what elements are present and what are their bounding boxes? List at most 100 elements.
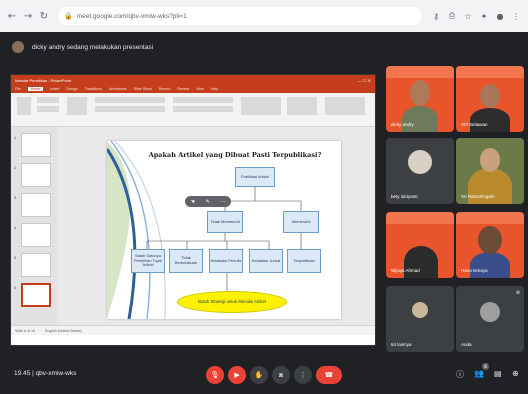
participant-body (470, 108, 510, 132)
ppt-align-icons (173, 106, 233, 112)
url-text: meet.google.com/qbv-xmiw-wks?pli=1 (76, 12, 187, 20)
participant-name: Sri Ratnaningsih (461, 194, 495, 199)
ppt-window-controls: — ☐ ✕ (357, 77, 371, 83)
participant-tile[interactable]: dicky andry (386, 66, 454, 132)
chat-icon[interactable]: ▤ (494, 369, 502, 378)
presenting-text: dicky andry sedang melakukan presentasi (32, 43, 154, 51)
forward-icon[interactable]: → (22, 11, 34, 22)
browser-toolbar: ← → ↻ 🔒 meet.google.com/qbv-xmiw-wks?pli… (0, 0, 528, 32)
present-button[interactable]: ⧈ (272, 366, 290, 384)
slide-thumbnail-selected (21, 283, 51, 307)
ppt-new-slide-icon (67, 97, 87, 115)
slide-thumbnail (21, 133, 51, 157)
ppt-tab-home: Home (27, 87, 44, 91)
tile-background-band (386, 66, 454, 78)
participant-name: Anda (461, 342, 472, 347)
menu-icon[interactable]: ⋮ (510, 12, 522, 21)
box-tidak-berkelakuan: Tidak Berkelakuan (169, 249, 203, 273)
tile-background-band (456, 212, 524, 224)
info-icon[interactable]: ⓘ (456, 369, 464, 380)
address-bar[interactable]: 🔒 meet.google.com/qbv-xmiw-wks?pli=1 (58, 7, 422, 25)
oval-strategi: Butuh Strategi untuk Menulis Artikel (177, 291, 287, 313)
people-icon[interactable]: 👥 8 (474, 363, 489, 378)
meeting-info: 19.45 | qbv-xmiw-wks (14, 370, 77, 377)
box-publikasi-artikel: Publikasi Artikel (235, 167, 275, 187)
more-icon: ⋯ (220, 198, 226, 205)
thumb-number: 5 (14, 255, 17, 260)
participant-tile[interactable]: Arif Setiawan (456, 66, 524, 132)
ppt-window-title: Metode Penelitian - PowerPoint (15, 77, 72, 83)
participant-name: Arif Setiawan (461, 122, 488, 127)
box-kelalaian-jurnal: Kelalaian Jurnal (249, 249, 283, 273)
end-call-button[interactable]: ☎ (316, 366, 342, 384)
phone-hangup-icon: ☎ (324, 371, 334, 379)
box-tidak-memenuhi: Tidak Memenuhi (207, 211, 243, 233)
key-icon[interactable]: ⚷ (430, 12, 442, 21)
ppt-language: English (United States) (44, 328, 82, 333)
activities-icon[interactable]: ⊕ (512, 369, 519, 378)
participant-face (410, 80, 430, 106)
ppt-quick-styles-icon (287, 97, 317, 115)
floating-toolbar: ☚ ✎ ⋯ (185, 196, 231, 207)
present-icon: ⧈ (278, 370, 284, 379)
star-icon[interactable]: ☆ (462, 12, 474, 21)
slide-thumbnail (21, 163, 51, 187)
participant-tile[interactable]: 84 lainnya (386, 286, 454, 352)
participant-name: bety lutriyanti (391, 194, 418, 199)
box-memenuhi: Memenuhi (283, 211, 319, 233)
ppt-status-bar: Slide 6 of 16 English (United States) (11, 325, 375, 335)
tile-background-band (386, 212, 454, 224)
hand-icon: ✋ (254, 371, 264, 379)
ppt-slide-count: Slide 6 of 16 (15, 328, 35, 333)
ppt-paste-icon (17, 97, 31, 115)
ppt-font-style-icons (95, 106, 165, 112)
participant-name: dicky andry (391, 122, 414, 127)
pointer-icon: ☚ (190, 198, 195, 205)
profile-icon[interactable]: ● (494, 12, 506, 21)
mic-off-icon: ⊘ (515, 290, 520, 296)
reload-icon[interactable]: ↻ (38, 11, 50, 22)
current-slide: Apakah Artikel yang Dibuat Pasti Terpubl… (107, 141, 341, 319)
thumb-number: 2 (14, 165, 17, 170)
participant-avatar (480, 302, 500, 322)
participant-avatar (412, 302, 428, 318)
participant-face (480, 84, 500, 108)
back-icon[interactable]: ← (6, 11, 18, 22)
ppt-workspace: 1 2 3 4 5 6 Apakah Artikel yang Dibuat P… (11, 127, 375, 335)
participant-name: Wijaya Ahmad (391, 268, 420, 273)
mic-toggle-button[interactable]: 🎙 (206, 366, 224, 384)
ppt-ribbon-tabs: File Home Insert Design Transitions Anim… (11, 85, 375, 93)
ppt-tab-help: Help (210, 87, 219, 91)
slide-thumbnail (21, 253, 51, 277)
ppt-tab-review: Review (177, 87, 190, 91)
participant-name: Hana Ismaya (461, 268, 488, 273)
camera-toggle-button[interactable]: ▶ (228, 366, 246, 384)
participant-tile[interactable]: Sri Ratnaningsih (456, 138, 524, 204)
extensions-icon[interactable]: ✦ (478, 12, 490, 21)
box-pemilihan-topik: Salah Satunya Pemilihan Topik Artikel (131, 249, 165, 273)
participant-tile[interactable]: Hana Ismaya (456, 212, 524, 278)
participant-tile[interactable]: Wijaya Ahmad (386, 212, 454, 278)
participant-tile[interactable]: bety lutriyanti (386, 138, 454, 204)
ppt-tab-slideshow: Slide Show (133, 87, 152, 91)
participant-body (402, 106, 438, 132)
shared-screen[interactable]: Metode Penelitian - PowerPoint — ☐ ✕ Fil… (10, 74, 376, 346)
ppt-shapes-gallery (241, 97, 281, 115)
more-vert-icon: ⋮ (299, 371, 307, 379)
thumb-number: 6 (14, 285, 17, 290)
presenting-banner: dicky andry sedang melakukan presentasi (0, 36, 528, 58)
ppt-tab-animations: Animations (109, 87, 127, 91)
pen-icon: ✎ (205, 198, 210, 205)
more-options-button[interactable]: ⋮ (294, 366, 312, 384)
meet-window: ← → ↻ 🔒 meet.google.com/qbv-xmiw-wks?pli… (0, 0, 528, 394)
ppt-copy-icon (37, 106, 59, 112)
participant-tile[interactable]: ⊘ Anda (456, 286, 524, 352)
raise-hand-button[interactable]: ✋ (250, 366, 268, 384)
slide-thumbnails: 1 2 3 4 5 6 (11, 127, 57, 335)
meet-controls-bar: 19.45 | qbv-xmiw-wks 🎙 ▶ ✋ ⧈ ⋮ ☎ ⓘ 👥 8 ▤ … (0, 356, 528, 394)
box-kelalaian-penulis: Kelalaian Penulis (209, 249, 243, 273)
ppt-cut-icon (37, 97, 59, 103)
share-icon[interactable]: ⎙ (446, 11, 458, 21)
ppt-tab-transitions: Transitions (84, 87, 103, 91)
slide-thumbnail (21, 223, 51, 247)
